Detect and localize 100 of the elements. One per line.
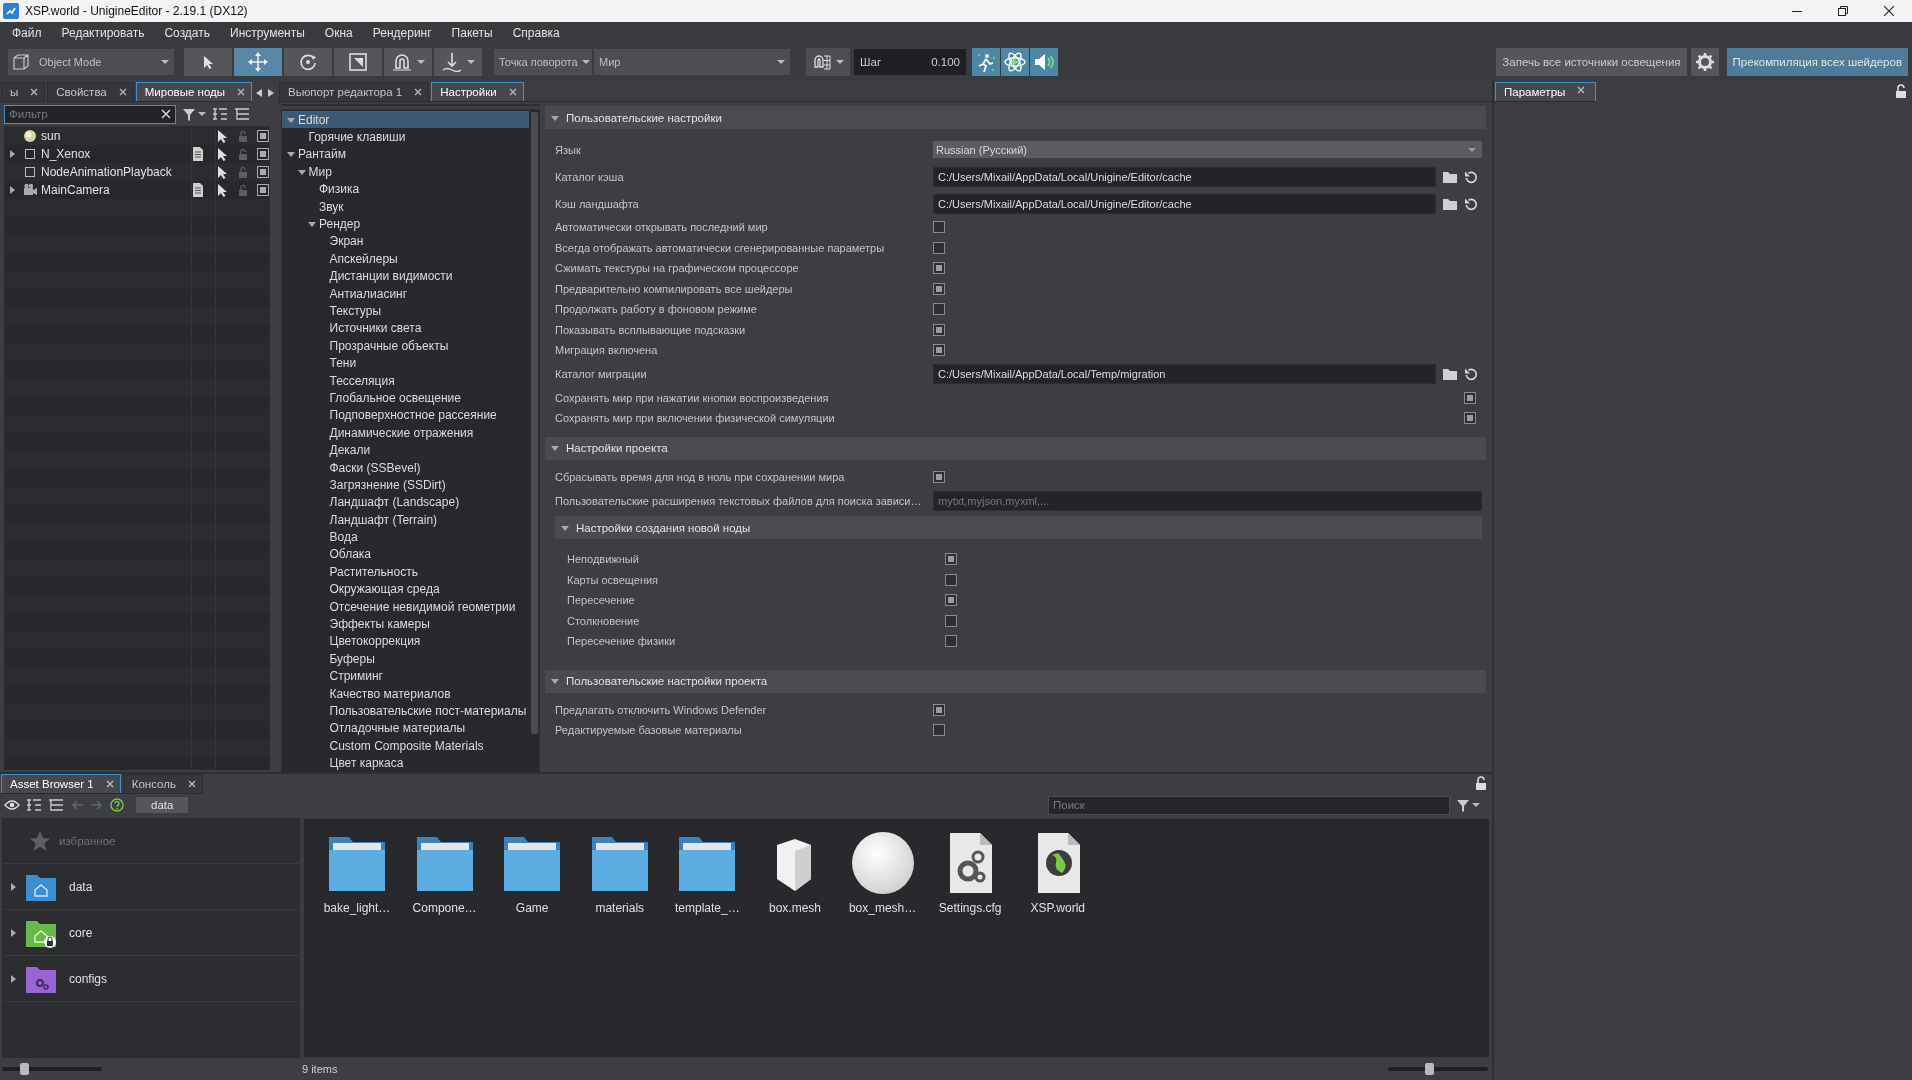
tree-item[interactable]: Горячие клавиши	[282, 128, 529, 146]
filter-icon[interactable]	[1456, 798, 1470, 812]
expand-arrow-icon[interactable]	[8, 150, 16, 158]
tree-item[interactable]: Мир	[282, 163, 529, 181]
tree-item[interactable]: Растительность	[282, 563, 529, 581]
tab[interactable]: ы	[1, 82, 46, 101]
asset-item[interactable]: Settings.cfg	[927, 831, 1014, 915]
expand-all-icon[interactable]	[234, 107, 250, 121]
tree-item[interactable]: Editor	[282, 111, 529, 129]
menu-item[interactable]: Пакеты	[441, 24, 503, 42]
cursor-icon[interactable]	[215, 165, 229, 179]
checkbox[interactable]	[933, 344, 945, 357]
tree-item[interactable]: Custom Composite Materials	[282, 737, 529, 755]
menu-item[interactable]: Создать	[154, 24, 221, 42]
enable-checkbox[interactable]	[257, 184, 269, 196]
tree-item[interactable]: Отладочные материалы	[282, 719, 529, 738]
checkbox[interactable]	[933, 724, 945, 737]
node-name[interactable]: MainCamera	[41, 183, 185, 197]
checkbox[interactable]	[1464, 391, 1476, 404]
tree-item[interactable]: Качество материалов	[282, 684, 529, 703]
clear-icon[interactable]	[161, 109, 171, 119]
checkbox[interactable]	[945, 594, 957, 607]
tree-item[interactable]: Рантайм	[282, 145, 529, 164]
filter-icon[interactable]	[182, 107, 196, 121]
enable-checkbox[interactable]	[257, 130, 269, 142]
section-header[interactable]: Настройки создания новой ноды	[555, 516, 1482, 539]
tab[interactable]: Параметры	[1495, 82, 1597, 101]
expand-arrow-icon[interactable]	[308, 220, 316, 229]
enable-checkbox[interactable]	[257, 166, 269, 178]
tree-item[interactable]: Буферы	[282, 650, 529, 668]
tree-item[interactable]: Текстуры	[282, 302, 529, 320]
tree-item[interactable]: Тесселяция	[282, 371, 529, 390]
lock-open-icon[interactable]	[1894, 84, 1908, 98]
tab[interactable]: Вьюпорт редактора 1	[279, 82, 430, 101]
menu-item[interactable]: Редактировать	[51, 24, 155, 42]
collapse-all-icon[interactable]	[212, 107, 228, 121]
asset-item[interactable]: XSP.world	[1014, 831, 1101, 915]
expand-all-icon[interactable]	[48, 798, 64, 812]
section-header[interactable]: Пользовательские настройки	[545, 106, 1486, 129]
tree-item[interactable]: Загрязнение (SSDirt)	[282, 476, 529, 494]
reset-icon[interactable]	[1464, 169, 1478, 184]
tree-item[interactable]: Тени	[282, 354, 529, 372]
tree-item[interactable]: Динамические отражения	[282, 424, 529, 442]
path-field[interactable]: C:/Users/Mixail/AppData/Local/Temp/migration	[933, 364, 1436, 384]
cursor-icon[interactable]	[215, 147, 229, 161]
menu-item[interactable]: Окна	[314, 24, 363, 42]
tab[interactable]: Свойства	[47, 82, 134, 101]
lock-open-icon[interactable]	[1474, 776, 1488, 790]
tab[interactable]: Консоль	[122, 774, 203, 793]
checkbox[interactable]	[933, 470, 945, 483]
toggle-button[interactable]	[1001, 48, 1029, 76]
node-name[interactable]: N_Xenox	[41, 147, 185, 161]
path-field[interactable]: C:/Users/Mixail/AppData/Local/Unigine/Editor/cache	[933, 193, 1436, 214]
checkbox[interactable]	[933, 303, 945, 316]
tree-item[interactable]: Декали	[282, 441, 529, 459]
bake-lights-button[interactable]: Запечь все источники освещения	[1496, 48, 1687, 76]
slider-thumb[interactable]	[20, 1063, 29, 1075]
tree-item[interactable]: Цветокоррекция	[282, 632, 529, 651]
extensions-field[interactable]: mytxt,myjson,myxml,...	[933, 490, 1482, 511]
tree-item[interactable]: Ландшафт (Landscape)	[282, 493, 529, 511]
checkbox[interactable]	[1464, 412, 1476, 425]
reset-icon[interactable]	[1464, 367, 1478, 381]
close-icon[interactable]	[187, 780, 196, 788]
filter-input[interactable]: Фильтр	[9, 108, 161, 120]
tree-item[interactable]: Ландшафт (Terrain)	[282, 511, 529, 529]
checkbox[interactable]	[933, 323, 945, 336]
checkbox[interactable]	[945, 573, 957, 586]
section-header[interactable]: Настройки проекта	[545, 436, 1486, 460]
tree-item[interactable]: Вода	[282, 528, 529, 546]
menu-item[interactable]: Файл	[2, 24, 52, 42]
tree-item[interactable]: Экран	[282, 232, 529, 251]
node-name[interactable]: sun	[41, 129, 185, 143]
expand-arrow-icon[interactable]	[8, 186, 16, 194]
scroll-left-icon[interactable]	[256, 89, 262, 97]
tree-item[interactable]: Окружающая среда	[282, 580, 529, 598]
asset-item[interactable]: Compone…	[401, 831, 488, 915]
eye-icon[interactable]	[4, 799, 20, 811]
expand-arrow-icon[interactable]	[9, 882, 17, 891]
tab[interactable]: Настройки	[431, 82, 524, 101]
close-icon[interactable]	[118, 88, 127, 96]
search-field[interactable]: Поиск	[1048, 795, 1450, 815]
tree-item[interactable]: Прозрачные объекты	[282, 337, 529, 355]
checkbox[interactable]	[933, 262, 945, 275]
asset-item[interactable]: box_mesh…	[839, 831, 926, 915]
settings-icon[interactable]	[1695, 53, 1714, 71]
step-value[interactable]: 0.100	[931, 56, 960, 68]
space-dropdown[interactable]: Мир	[594, 49, 790, 75]
expand-arrow-icon[interactable]	[287, 150, 295, 159]
restore-icon[interactable]	[1838, 6, 1848, 16]
folder-name[interactable]: configs	[69, 971, 108, 986]
scrollbar[interactable]	[531, 112, 538, 735]
filter-field[interactable]: Фильтр	[4, 104, 176, 124]
slider-thumb[interactable]	[1425, 1063, 1434, 1075]
tree-item[interactable]: Звук	[282, 197, 529, 216]
tree-item[interactable]: Дистанции видимости	[282, 267, 529, 285]
tree-item[interactable]: Стриминг	[282, 667, 529, 685]
help-icon[interactable]	[110, 798, 124, 812]
tree-item[interactable]: Апскейлеры	[282, 250, 529, 268]
tool-button[interactable]	[234, 48, 282, 76]
menu-item[interactable]: Рендеринг	[362, 24, 442, 42]
